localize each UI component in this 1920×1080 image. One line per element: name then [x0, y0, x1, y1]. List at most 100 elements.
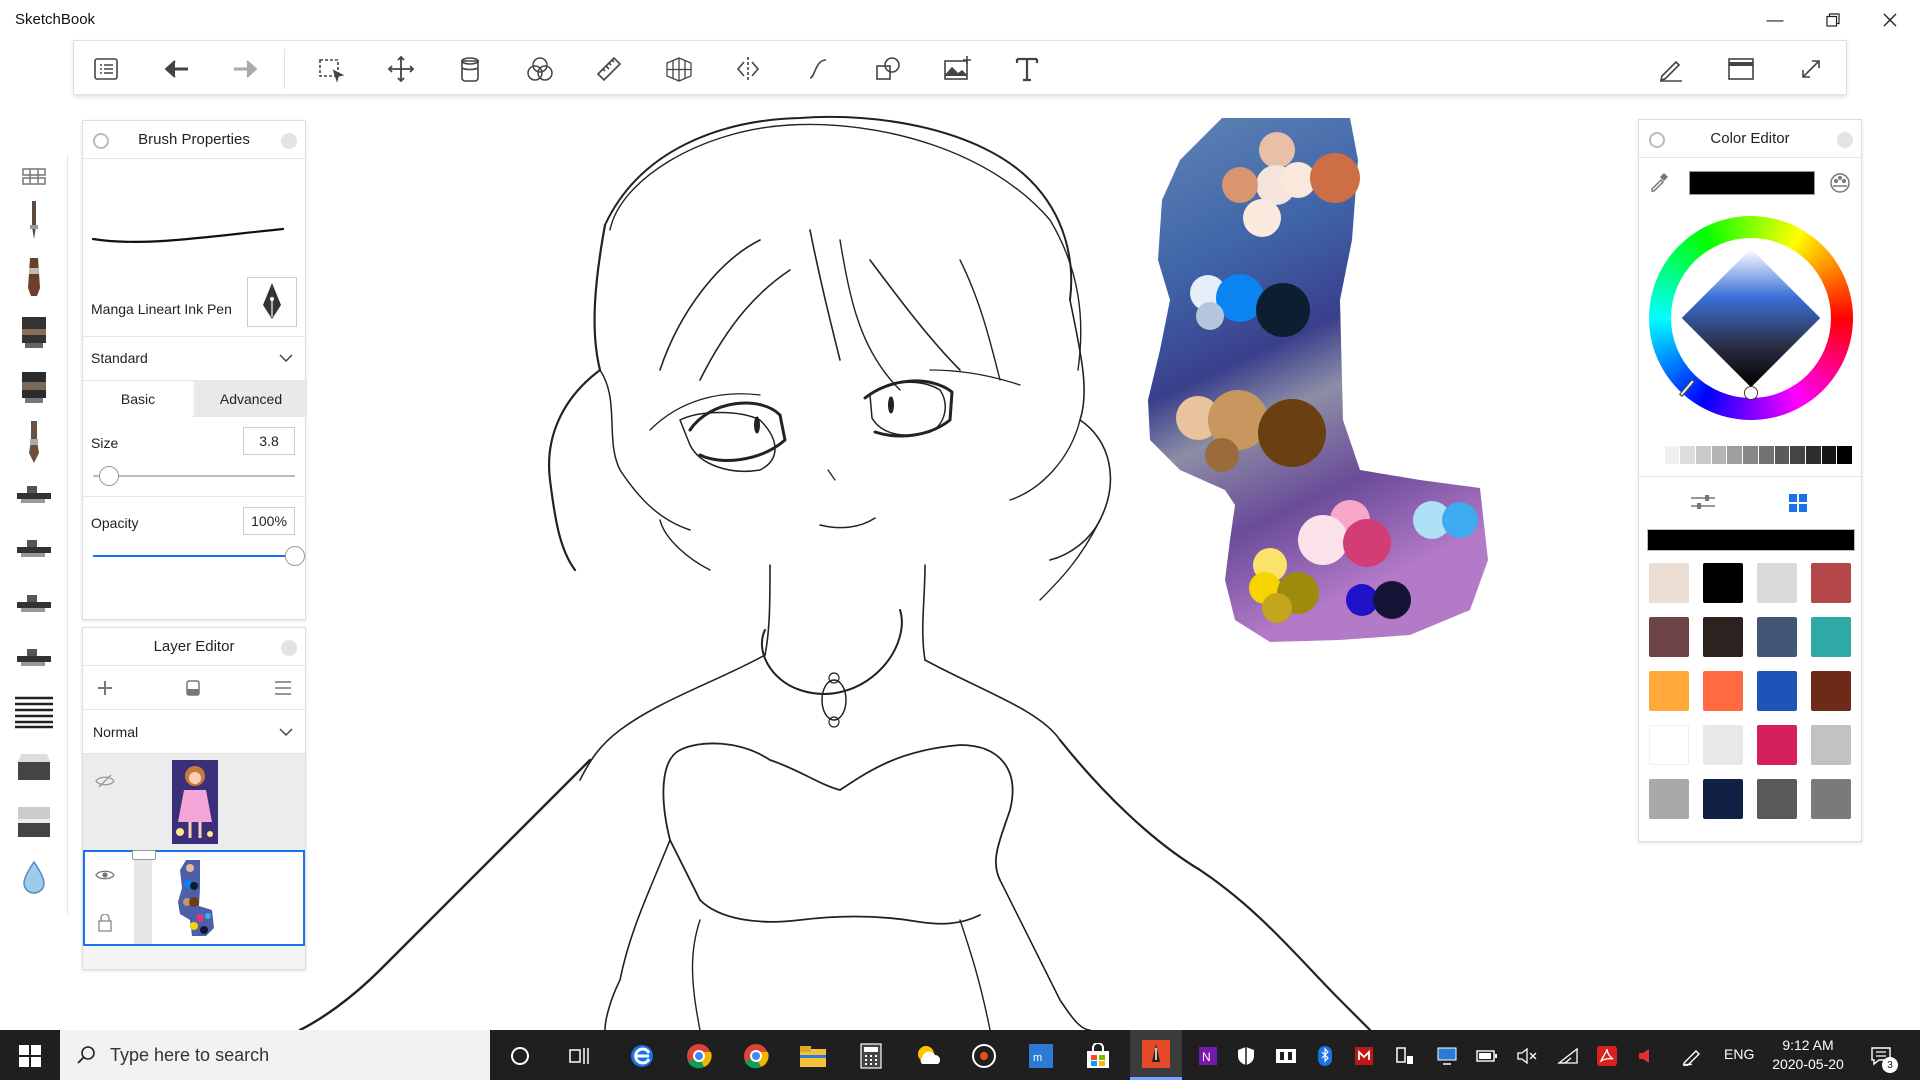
shape-tool-button[interactable]	[870, 52, 906, 86]
size-slider-track[interactable]	[93, 475, 295, 477]
lagoon-menu-button[interactable]	[88, 52, 124, 86]
media-app[interactable]	[968, 1040, 1000, 1072]
minimize-button[interactable]: —	[1747, 0, 1803, 40]
eraser-soft[interactable]	[14, 800, 54, 844]
brush-airbrush-3[interactable]	[14, 582, 54, 626]
color-swatch[interactable]	[1811, 563, 1851, 603]
color-swatch[interactable]	[1757, 563, 1797, 603]
layer-opacity-bar[interactable]	[134, 852, 152, 944]
redo-button[interactable]	[228, 52, 264, 86]
panel-collapse-icon[interactable]	[281, 640, 297, 656]
swatch-grid-icon[interactable]	[1789, 494, 1807, 512]
gray-swatch[interactable]	[1790, 446, 1806, 464]
color-swatch[interactable]	[1757, 617, 1797, 657]
brush-icon-button[interactable]	[247, 277, 297, 327]
opacity-slider-thumb[interactable]	[285, 546, 305, 566]
brush-airbrush-1[interactable]	[14, 473, 54, 517]
mouse-without-borders-app[interactable]: m	[1025, 1040, 1057, 1072]
layer-row-selected[interactable]	[83, 850, 305, 946]
eye-hidden-icon[interactable]	[95, 774, 115, 788]
gray-swatch[interactable]	[1743, 446, 1759, 464]
color-swatch[interactable]	[1811, 671, 1851, 711]
color-swatch[interactable]	[1757, 725, 1797, 765]
brush-hatching[interactable]	[14, 690, 54, 734]
color-swatch[interactable]	[1811, 779, 1851, 819]
brush-round[interactable]	[14, 420, 54, 464]
panel-pin-icon[interactable]	[1649, 132, 1665, 148]
tray-speaker-icon[interactable]	[1635, 1045, 1657, 1067]
copic-library-icon[interactable]	[1829, 172, 1851, 194]
gray-swatch[interactable]	[1837, 446, 1853, 464]
transform-tool-button[interactable]	[383, 52, 419, 86]
tray-network-adapter-icon[interactable]	[1436, 1045, 1458, 1067]
tray-battery-icon[interactable]	[1476, 1045, 1498, 1067]
gray-swatch[interactable]	[1821, 446, 1838, 464]
tray-volume-icon[interactable]	[1516, 1045, 1538, 1067]
layer-row[interactable]	[83, 754, 305, 850]
color-picker-handle[interactable]	[1745, 387, 1757, 399]
tray-wifi-icon[interactable]	[1557, 1045, 1579, 1067]
color-swatch[interactable]	[1811, 725, 1851, 765]
panel-pin-icon[interactable]	[93, 133, 109, 149]
color-swatch[interactable]	[1649, 563, 1689, 603]
window-layout-button[interactable]	[1723, 52, 1759, 86]
gray-swatch[interactable]	[1774, 446, 1791, 464]
file-explorer-app[interactable]	[797, 1040, 829, 1072]
blend-mode-dropdown[interactable]: Normal	[83, 710, 305, 754]
gray-swatch[interactable]	[1680, 446, 1697, 464]
opacity-input[interactable]: 100%	[243, 507, 295, 535]
color-swatch[interactable]	[1649, 617, 1689, 657]
size-input[interactable]: 3.8	[243, 427, 295, 455]
color-swatch[interactable]	[1811, 617, 1851, 657]
tray-mcafee-icon[interactable]	[1353, 1045, 1375, 1067]
start-button[interactable]	[14, 1040, 46, 1072]
calculator-app[interactable]	[855, 1040, 887, 1072]
gray-swatch[interactable]	[1696, 446, 1712, 464]
gray-swatch[interactable]	[1664, 446, 1681, 464]
ruler-tool-button[interactable]	[591, 52, 627, 86]
color-swatch[interactable]	[1703, 563, 1743, 603]
fullscreen-button[interactable]	[1793, 52, 1829, 86]
tray-acrobat-icon[interactable]	[1596, 1045, 1618, 1067]
eye-icon[interactable]	[95, 868, 115, 882]
tray-bluetooth-icon[interactable]	[1314, 1045, 1336, 1067]
tray-dolby-icon[interactable]	[1275, 1045, 1297, 1067]
undo-button[interactable]	[158, 52, 194, 86]
eraser-hard[interactable]	[14, 745, 54, 789]
edge-app[interactable]	[626, 1040, 658, 1072]
brush-airbrush-2[interactable]	[14, 527, 54, 571]
add-layer-icon[interactable]	[97, 680, 113, 696]
color-swatch[interactable]	[1649, 779, 1689, 819]
brush-ink-pen[interactable]	[14, 255, 54, 299]
brush-airbrush-4[interactable]	[14, 636, 54, 680]
close-button[interactable]	[1862, 0, 1918, 40]
text-tool-button[interactable]	[1009, 52, 1045, 86]
panel-collapse-icon[interactable]	[1837, 132, 1853, 148]
color-swatch[interactable]	[1757, 671, 1797, 711]
task-view-button[interactable]	[563, 1040, 595, 1072]
chrome-app-1[interactable]	[683, 1040, 715, 1072]
brush-library-button[interactable]	[14, 155, 54, 199]
lock-alpha-icon[interactable]	[97, 914, 113, 932]
gray-swatch[interactable]	[1758, 446, 1775, 464]
chrome-app-2[interactable]	[740, 1040, 772, 1072]
brush-flat[interactable]	[14, 365, 54, 409]
tray-onenote-icon[interactable]: N	[1197, 1045, 1219, 1067]
weather-app[interactable]	[912, 1040, 944, 1072]
gray-swatch[interactable]	[1649, 446, 1665, 464]
notification-center-button[interactable]: 3	[1866, 1045, 1898, 1073]
store-app[interactable]	[1082, 1040, 1114, 1072]
stroke-tool-button[interactable]	[800, 52, 836, 86]
layer-fill-icon[interactable]	[185, 679, 201, 697]
select-tool-button[interactable]	[313, 52, 349, 86]
color-swatch[interactable]	[1703, 779, 1743, 819]
color-harmony-button[interactable]	[522, 52, 558, 86]
tab-basic[interactable]: Basic	[83, 381, 193, 417]
import-image-button[interactable]	[939, 52, 975, 86]
taskbar-search-box[interactable]: Type here to search	[60, 1030, 490, 1080]
input-language[interactable]: ENG	[1724, 1046, 1754, 1062]
brush-pencil[interactable]	[14, 200, 54, 244]
preset-dropdown[interactable]: Standard	[83, 337, 305, 381]
eyedropper-icon[interactable]	[1649, 172, 1669, 192]
current-color-swatch[interactable]	[1689, 171, 1815, 195]
